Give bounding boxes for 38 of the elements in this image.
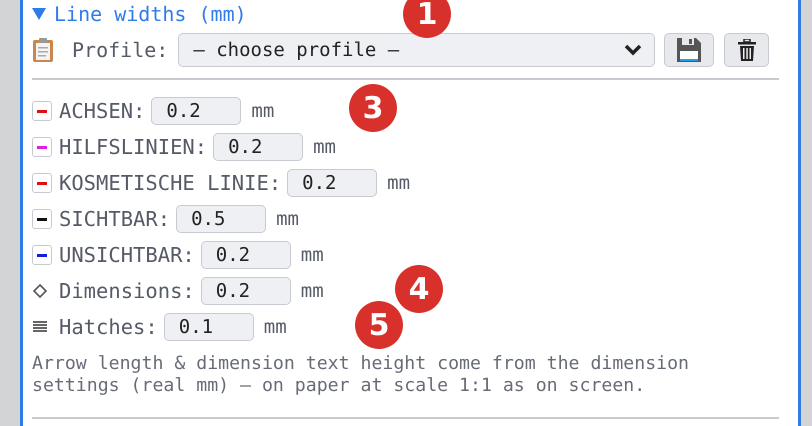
- width-label: UNSICHTBAR:: [59, 243, 195, 267]
- width-input[interactable]: 0.2: [200, 241, 291, 269]
- width-input[interactable]: 0.2: [287, 169, 378, 197]
- width-input[interactable]: 0.1: [164, 313, 254, 341]
- unit-label: mm: [387, 172, 410, 194]
- width-label: HILFSLINIEN:: [59, 135, 208, 159]
- width-input[interactable]: 0.2: [151, 97, 242, 125]
- delete-button[interactable]: [724, 33, 770, 67]
- width-label: ACHSEN:: [59, 99, 146, 123]
- line-color-swatch[interactable]: [32, 101, 52, 121]
- profile-dropdown[interactable]: — choose profile —: [178, 33, 656, 67]
- line-color-swatch[interactable]: [32, 245, 52, 265]
- width-label: SICHTBAR:: [59, 207, 170, 231]
- line-color-swatch[interactable]: [32, 173, 52, 193]
- unit-label: mm: [276, 208, 299, 230]
- width-label: Hatches:: [59, 315, 158, 339]
- section-header[interactable]: Line widths (mm): [32, 0, 247, 28]
- unit-label: mm: [300, 244, 324, 266]
- width-label: Dimensions:: [59, 279, 195, 303]
- unit-label: mm: [300, 280, 324, 302]
- save-button[interactable]: [664, 33, 714, 67]
- unit-label: mm: [251, 100, 274, 122]
- info-text: Arrow length & dimension text height come from the dimension settings (real mm) — on paper at scale 1:1 as on screen.: [32, 353, 690, 397]
- profile-label: Profile:: [72, 38, 168, 62]
- unit-label: mm: [264, 316, 287, 338]
- chevron-icon: [624, 44, 642, 56]
- width-input[interactable]: 0.2: [213, 133, 304, 161]
- expand-icon: [32, 8, 46, 20]
- line-color-swatch[interactable]: [32, 209, 52, 229]
- hatch-icon: [33, 320, 47, 334]
- width-input[interactable]: 0.2: [200, 277, 291, 305]
- line-color-swatch[interactable]: [32, 137, 52, 157]
- width-label: KOSMETISCHE LINIE:: [59, 171, 282, 195]
- width-input[interactable]: 0.5: [176, 205, 266, 233]
- clipboard-icon: [32, 37, 54, 63]
- trash-icon: [738, 39, 756, 61]
- diamond-icon: [33, 284, 47, 298]
- unit-label: mm: [313, 136, 336, 158]
